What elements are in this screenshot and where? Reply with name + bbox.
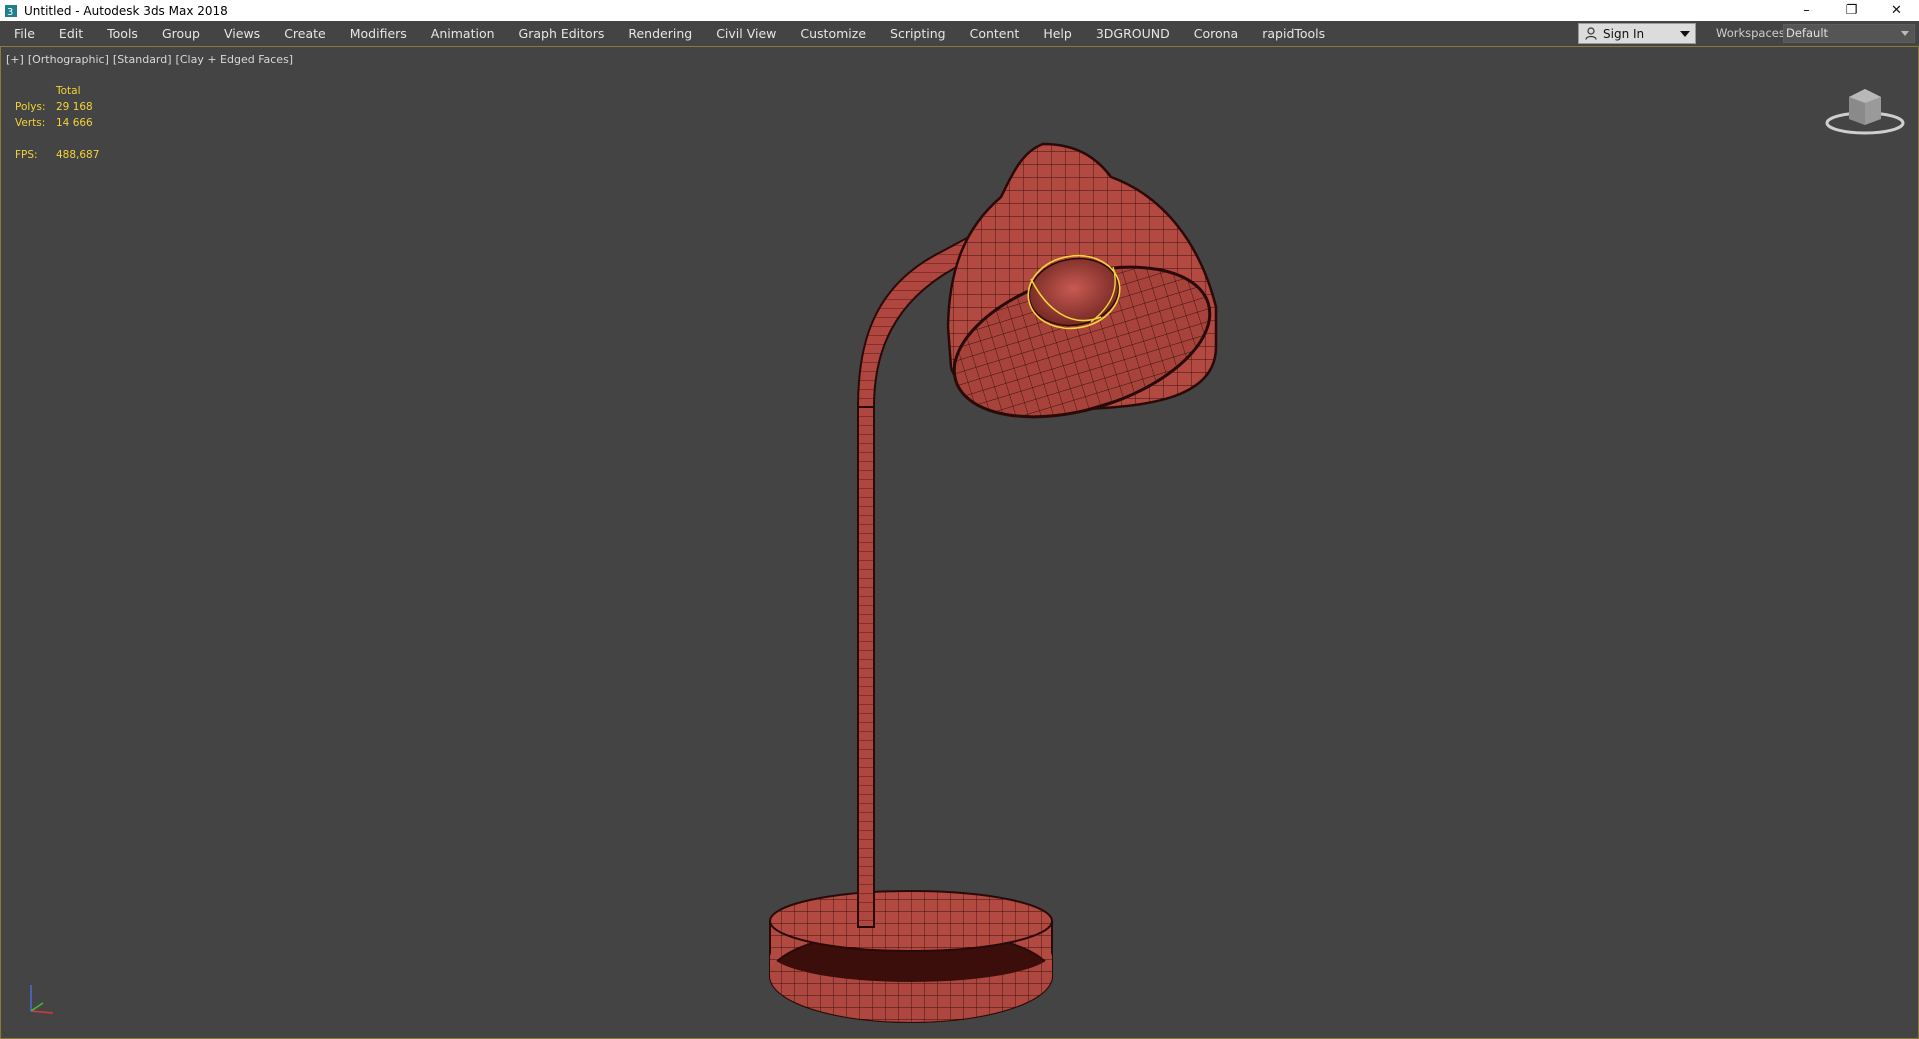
menu-views[interactable]: Views	[212, 21, 272, 46]
close-button[interactable]: ✕	[1874, 0, 1919, 21]
menu-3dground[interactable]: 3DGROUND	[1084, 21, 1182, 46]
verts-label: Verts:	[15, 117, 46, 129]
viewport-standard-label[interactable]: [Standard]	[113, 53, 172, 66]
stats-header: Total	[56, 85, 81, 97]
workspaces-value: Default	[1786, 26, 1829, 40]
app-icon[interactable]: 3	[4, 4, 18, 18]
viewport-shading-label[interactable]: [Clay + Edged Faces]	[176, 53, 294, 66]
verts-value: 14 666	[56, 117, 93, 129]
menu-rendering[interactable]: Rendering	[616, 21, 704, 46]
workspaces-select[interactable]: Default	[1783, 24, 1915, 43]
user-icon	[1585, 27, 1597, 40]
menu-create[interactable]: Create	[272, 21, 338, 46]
viewport-view-label[interactable]: [Orthographic]	[28, 53, 109, 66]
menu-edit[interactable]: Edit	[47, 21, 95, 46]
menu-modifiers[interactable]: Modifiers	[338, 21, 419, 46]
lamp-base-top	[769, 890, 1053, 952]
menu-scripting[interactable]: Scripting	[878, 21, 958, 46]
svg-text:3: 3	[7, 7, 13, 18]
menu-animation[interactable]: Animation	[419, 21, 507, 46]
menu-tools[interactable]: Tools	[95, 21, 150, 46]
statistics-overlay: Total Polys: 29 168 Verts: 14 666 FPS: 488,…	[15, 83, 99, 163]
menu-file[interactable]: File	[0, 21, 47, 46]
axis-tripod-icon	[23, 981, 57, 1021]
menu-group[interactable]: Group	[150, 21, 212, 46]
window-title: Untitled - Autodesk 3ds Max 2018	[24, 3, 228, 18]
title-bar: 3 Untitled - Autodesk 3ds Max 2018 – ❐ ✕	[0, 0, 1919, 21]
menu-rapidtools[interactable]: rapidTools	[1250, 21, 1337, 46]
chevron-down-icon	[1901, 31, 1909, 36]
viewport-menu-plus[interactable]: [+]	[6, 53, 24, 66]
menu-graph-editors[interactable]: Graph Editors	[507, 21, 617, 46]
lamp-pole	[857, 401, 875, 928]
desk-lamp-model[interactable]	[1, 47, 1919, 1039]
menu-help[interactable]: Help	[1031, 21, 1084, 46]
polys-value: 29 168	[56, 101, 93, 113]
sign-in-dropdown[interactable]: Sign In	[1578, 23, 1696, 44]
fps-value: 488,687	[56, 149, 100, 161]
restore-button[interactable]: ❐	[1829, 0, 1874, 21]
viewcube-icon[interactable]	[1823, 83, 1907, 137]
sign-in-label: Sign In	[1603, 26, 1645, 41]
viewport-label[interactable]: [+] [Orthographic] [Standard] [Clay + Edged…	[6, 53, 297, 66]
chevron-down-icon	[1680, 31, 1690, 37]
polys-label: Polys:	[15, 101, 46, 113]
viewport-orthographic[interactable]: [+] [Orthographic] [Standard] [Clay + Edged…	[0, 47, 1919, 1039]
workspaces-label: Workspaces:	[1716, 26, 1789, 40]
fps-label: FPS:	[15, 149, 38, 161]
menu-customize[interactable]: Customize	[788, 21, 878, 46]
menu-bar: File Edit Tools Group Views Create Modif…	[0, 21, 1919, 47]
minimize-button[interactable]: –	[1784, 0, 1829, 21]
menu-civil-view[interactable]: Civil View	[704, 21, 788, 46]
menu-corona[interactable]: Corona	[1182, 21, 1250, 46]
menu-content[interactable]: Content	[958, 21, 1032, 46]
